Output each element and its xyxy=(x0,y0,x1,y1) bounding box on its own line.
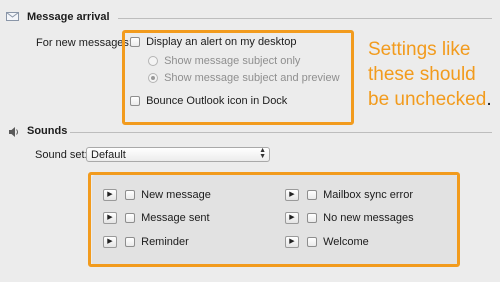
sound-checkbox[interactable] xyxy=(125,213,136,224)
for-new-messages-label: For new messages: xyxy=(36,37,132,49)
play-icon[interactable]: ▶ xyxy=(285,189,299,202)
sound-row-new-message: ▶ New message xyxy=(103,189,211,203)
play-icon[interactable]: ▶ xyxy=(285,236,299,249)
sounds-title: Sounds xyxy=(27,125,68,137)
sound-label: Message sent xyxy=(141,212,210,224)
annotation-callout: Settings like these should be unchecked. xyxy=(368,37,496,112)
sound-label: No new messages xyxy=(323,212,414,224)
subject-only-radio[interactable] xyxy=(148,56,158,67)
display-alert-checkbox[interactable] xyxy=(130,37,140,48)
subject-only-option[interactable]: Show message subject only xyxy=(148,55,300,69)
sound-set-label: Sound set: xyxy=(35,149,88,161)
callout-line-3: be unchecked. xyxy=(368,89,492,110)
sound-set-value: Default xyxy=(91,149,126,161)
play-icon[interactable]: ▶ xyxy=(103,189,117,202)
sound-row-welcome: ▶ Welcome xyxy=(285,236,369,250)
sound-checkbox[interactable] xyxy=(125,237,136,248)
speaker-icon xyxy=(8,126,19,138)
sound-label: Mailbox sync error xyxy=(323,189,413,201)
sound-label: Reminder xyxy=(141,236,189,248)
sound-set-dropdown[interactable]: Default ▲ ▼ xyxy=(86,147,270,162)
updown-arrows-icon: ▲ ▼ xyxy=(259,147,266,160)
section-divider xyxy=(118,18,492,19)
sound-row-reminder: ▶ Reminder xyxy=(103,236,189,250)
bounce-icon-checkbox[interactable] xyxy=(130,96,140,107)
sound-checkbox[interactable] xyxy=(307,213,318,224)
subject-preview-label: Show message subject and preview xyxy=(164,72,340,84)
sound-label: New message xyxy=(141,189,211,201)
bounce-icon-option[interactable]: Bounce Outlook icon in Dock xyxy=(130,95,287,109)
sound-checkbox[interactable] xyxy=(307,237,318,248)
sound-checkbox[interactable] xyxy=(307,190,318,201)
section-divider xyxy=(70,132,492,133)
callout-line-2: these should xyxy=(368,64,476,85)
sound-row-message-sent: ▶ Message sent xyxy=(103,212,210,226)
subject-preview-option[interactable]: Show message subject and preview xyxy=(148,72,340,86)
display-alert-label: Display an alert on my desktop xyxy=(146,36,297,48)
display-alert-option[interactable]: Display an alert on my desktop xyxy=(130,36,296,50)
play-icon[interactable]: ▶ xyxy=(285,212,299,225)
sound-label: Welcome xyxy=(323,236,369,248)
sound-row-mailbox-sync-error: ▶ Mailbox sync error xyxy=(285,189,413,203)
subject-preview-radio[interactable] xyxy=(148,73,158,84)
message-arrival-title: Message arrival xyxy=(27,11,110,23)
bounce-icon-label: Bounce Outlook icon in Dock xyxy=(146,95,288,107)
sound-row-no-new-messages: ▶ No new messages xyxy=(285,212,414,226)
play-icon[interactable]: ▶ xyxy=(103,236,117,249)
sound-checkbox[interactable] xyxy=(125,190,136,201)
play-icon[interactable]: ▶ xyxy=(103,212,117,225)
callout-line-1: Settings like xyxy=(368,39,471,60)
subject-only-label: Show message subject only xyxy=(164,55,301,67)
envelope-icon xyxy=(6,12,19,21)
